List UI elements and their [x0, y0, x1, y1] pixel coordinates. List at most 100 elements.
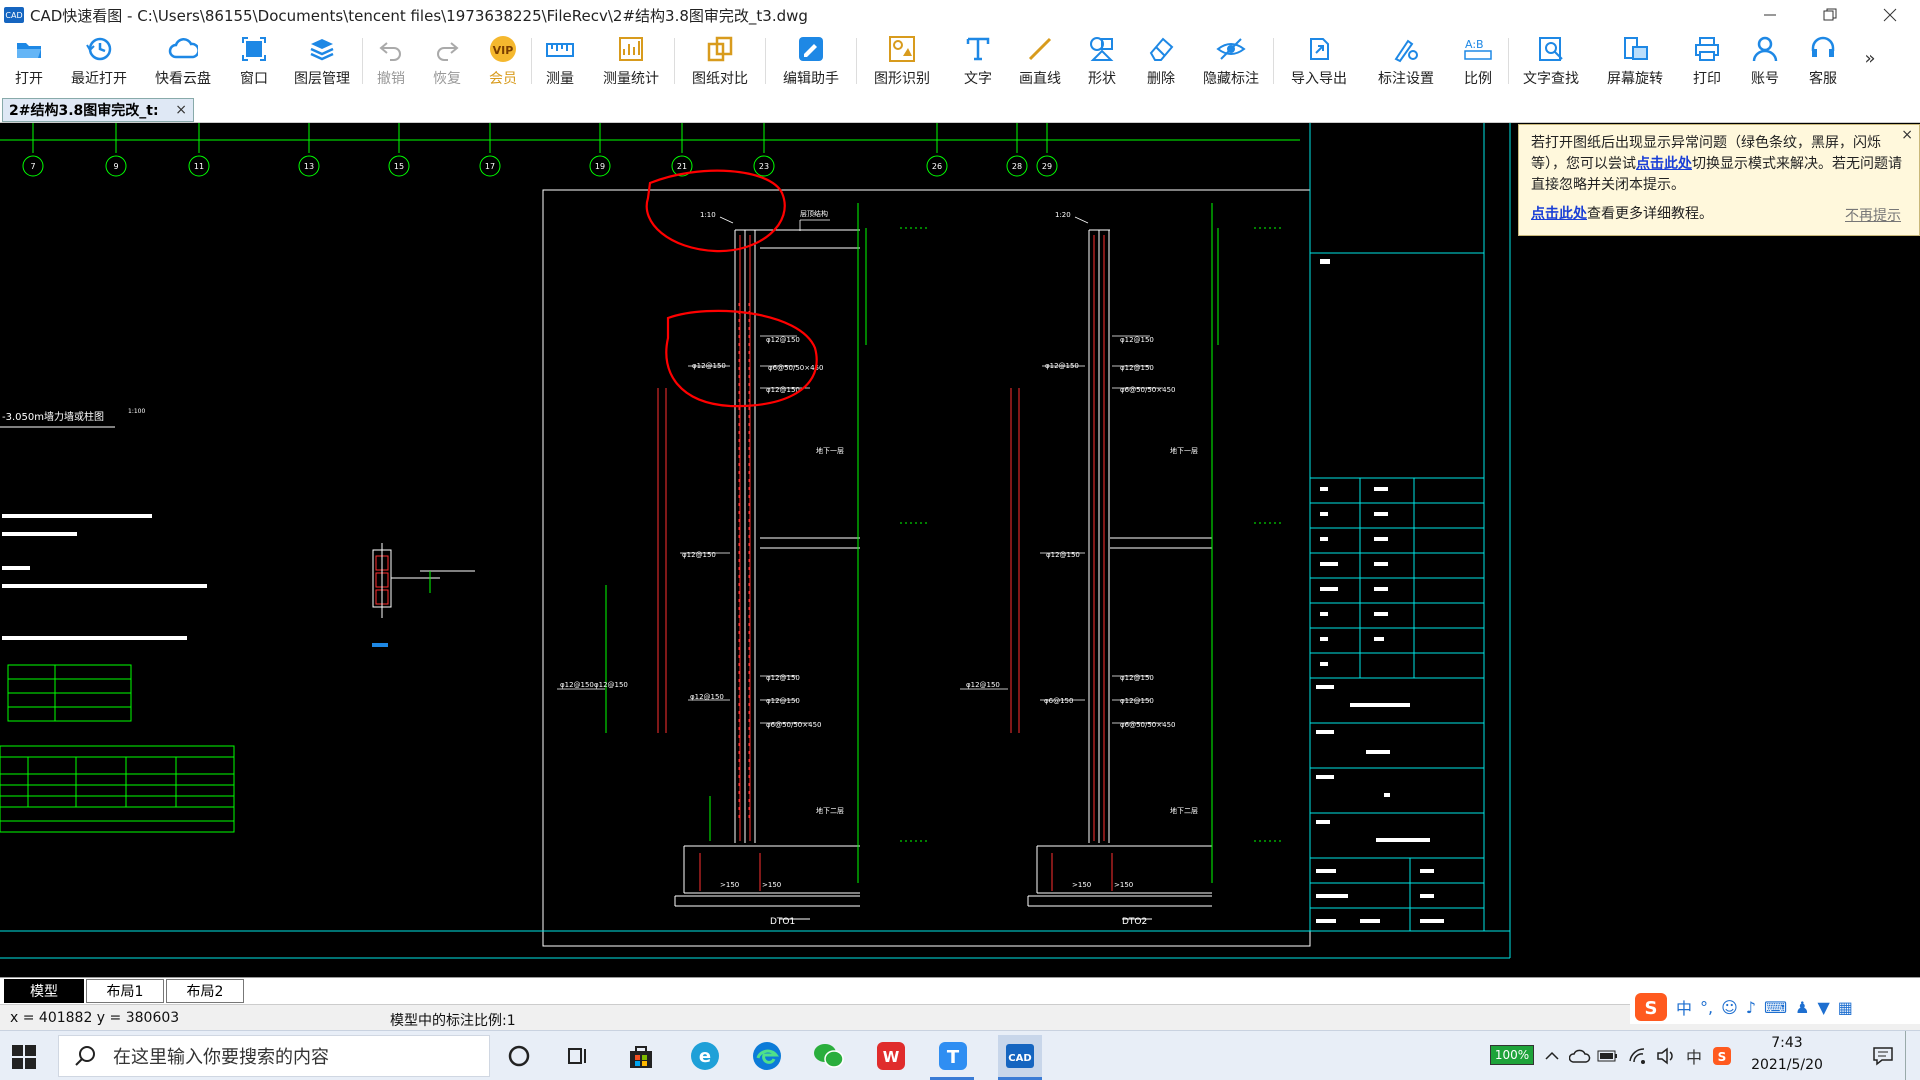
- axis-number: 23: [759, 162, 769, 171]
- windows-start-icon[interactable]: [12, 1045, 36, 1069]
- battery-indicator[interactable]: 100%: [1490, 1045, 1534, 1065]
- toolbar-line-button[interactable]: 画直线: [1009, 30, 1071, 90]
- wifi-icon[interactable]: [1626, 1039, 1650, 1073]
- tab-layout1[interactable]: 布局1: [86, 979, 164, 1003]
- tutorial-link[interactable]: 点击此处: [1531, 206, 1587, 222]
- document-tab-label: 2#结构3.8图审完改_t:: [9, 103, 159, 119]
- drawing-canvas[interactable]: 7 9 11 13 15 17 19 21 23 26 28 29 -3.050…: [0, 123, 1920, 977]
- toolbar-overflow-button[interactable]: »: [1853, 30, 1887, 69]
- toolbar-rotate-screen-button[interactable]: 屏幕旋转: [1593, 30, 1677, 90]
- svg-text:地下二层: 地下二层: [1170, 806, 1198, 815]
- toolbar-cloud-button[interactable]: 快看云盘: [140, 30, 226, 90]
- taskbar-search-box[interactable]: 在这里输入你要搜索的内容: [58, 1035, 490, 1077]
- toolbar-label: 打开: [15, 71, 43, 87]
- toolbar-compare-button[interactable]: 图纸对比: [675, 30, 765, 90]
- axis-number: 15: [394, 162, 404, 171]
- toolbox-icon[interactable]: ▦: [1838, 998, 1853, 1017]
- elevation-dto2: [1027, 229, 1212, 920]
- toolbar-hide-annotation-button[interactable]: 隐藏标注: [1189, 30, 1273, 90]
- svg-text:地下一层: 地下一层: [816, 446, 844, 455]
- tray-chevron-icon[interactable]: [1540, 1039, 1564, 1073]
- onedrive-icon[interactable]: [1568, 1039, 1592, 1073]
- toolbar-delete-button[interactable]: 删除: [1133, 30, 1189, 90]
- toolbar-measure-stats-button[interactable]: 测量统计: [588, 30, 674, 90]
- toolbar-support-button[interactable]: 客服: [1793, 30, 1853, 90]
- wechat-icon[interactable]: [812, 1039, 846, 1073]
- clock-time[interactable]: 7:43: [1742, 1035, 1832, 1051]
- sogou-tray-icon[interactable]: S: [1710, 1039, 1734, 1073]
- minimize-icon: [1764, 14, 1776, 16]
- tab-model[interactable]: 模型: [4, 979, 84, 1003]
- close-button[interactable]: [1860, 0, 1920, 30]
- toolbar-edit-assistant-button[interactable]: 编辑助手: [766, 30, 856, 90]
- svg-text:>150: >150: [720, 881, 739, 889]
- app-window: CAD CAD快速看图 - C:\Users\86155\Documents\t…: [0, 0, 1920, 1080]
- sogou-logo-icon[interactable]: S: [1634, 992, 1668, 1022]
- show-desktop-button[interactable]: [1905, 1031, 1908, 1080]
- toolbar-annotation-settings-button[interactable]: 标注设置: [1364, 30, 1448, 90]
- toolbar-measure-button[interactable]: 测量: [532, 30, 588, 90]
- toolbar-label: 打印: [1693, 71, 1721, 87]
- toolbar-label: 测量: [546, 71, 574, 87]
- toolbar-label: 会员: [489, 71, 517, 87]
- restore-button[interactable]: [1800, 0, 1860, 30]
- edge-icon[interactable]: [750, 1039, 784, 1073]
- tray-ime-indicator[interactable]: 中: [1682, 1039, 1706, 1073]
- cortana-icon[interactable]: [502, 1039, 536, 1073]
- wps-icon[interactable]: W: [874, 1039, 908, 1073]
- toolbar-text-search-button[interactable]: 文字查找: [1509, 30, 1593, 90]
- voice-icon[interactable]: ♪: [1746, 998, 1756, 1017]
- clock-date[interactable]: 2021/5/20: [1742, 1057, 1832, 1073]
- document-tab-strip: 2#结构3.8图审完改_t: ×: [0, 96, 1920, 123]
- svg-text:>150: >150: [1072, 881, 1091, 889]
- switch-display-mode-link[interactable]: 点击此处: [1636, 156, 1692, 172]
- text-icon: [963, 34, 993, 64]
- svg-text:CAD: CAD: [1008, 1053, 1031, 1064]
- task-view-icon[interactable]: [562, 1039, 596, 1073]
- punctuation-icon[interactable]: °,: [1700, 998, 1713, 1017]
- toolbar-scale-button[interactable]: A:B 比例: [1448, 30, 1508, 90]
- toolbar-recent-button[interactable]: 最近打开: [58, 30, 140, 90]
- toolbar-undo-button[interactable]: 撤销: [363, 30, 419, 90]
- document-tab[interactable]: 2#结构3.8图审完改_t: ×: [2, 98, 194, 122]
- emoji-icon[interactable]: ☺: [1721, 998, 1738, 1017]
- toolbar-open-button[interactable]: 打开: [0, 30, 58, 90]
- svg-text:φ6@50/50×450: φ6@50/50×450: [766, 721, 821, 729]
- rotate-screen-icon: [1620, 34, 1650, 64]
- minimize-button[interactable]: [1740, 0, 1800, 30]
- toolbar-account-button[interactable]: 账号: [1737, 30, 1793, 90]
- windows-taskbar: 在这里输入你要搜索的内容 e W T CAD 100% 中 S 7:43 202…: [0, 1030, 1920, 1080]
- store-icon[interactable]: [624, 1039, 658, 1073]
- toolbar-vip-button[interactable]: VIP 会员: [475, 30, 531, 90]
- toolbar-print-button[interactable]: 打印: [1677, 30, 1737, 90]
- toolbar-import-export-button[interactable]: 导入导出: [1274, 30, 1364, 90]
- svg-text:>150: >150: [762, 881, 781, 889]
- battery-icon[interactable]: [1596, 1039, 1620, 1073]
- tab-layout2[interactable]: 布局2: [166, 979, 244, 1003]
- toolbar-redo-button[interactable]: 恢复: [419, 30, 475, 90]
- browser-e-icon[interactable]: e: [688, 1039, 722, 1073]
- keyboard-icon[interactable]: ⌨: [1764, 998, 1787, 1017]
- toolbar-label: 隐藏标注: [1203, 71, 1259, 87]
- toolbar-layers-button[interactable]: 图层管理: [282, 30, 362, 90]
- toolbar-shape-recognize-button[interactable]: 图形识别: [857, 30, 947, 90]
- toolbar-label: 比例: [1464, 71, 1492, 87]
- axis-number: 28: [1012, 162, 1022, 171]
- dont-show-again-link[interactable]: 不再提示: [1845, 206, 1901, 227]
- ime-language-toggle[interactable]: 中: [1676, 995, 1692, 1019]
- annotation-scale: 模型中的标注比例:1: [390, 1013, 516, 1029]
- toolbar-shapes-button[interactable]: 形状: [1071, 30, 1133, 90]
- layers-icon: [307, 34, 337, 64]
- cad-viewer-taskbar-icon[interactable]: CAD: [998, 1035, 1042, 1077]
- text-app-icon[interactable]: T: [936, 1039, 970, 1073]
- skin-icon[interactable]: ▼: [1817, 998, 1829, 1017]
- tab-close-icon[interactable]: ×: [175, 102, 187, 118]
- user-icon[interactable]: ♟: [1795, 998, 1809, 1017]
- svg-text:层顶结构: 层顶结构: [800, 209, 828, 218]
- notice-close-icon[interactable]: ×: [1901, 125, 1913, 146]
- toolbar-text-button[interactable]: 文字: [947, 30, 1009, 90]
- import-export-icon: [1304, 34, 1334, 64]
- toolbar-window-button[interactable]: 窗口: [226, 30, 282, 90]
- volume-icon[interactable]: [1654, 1039, 1678, 1073]
- notification-center-icon[interactable]: [1868, 1039, 1898, 1073]
